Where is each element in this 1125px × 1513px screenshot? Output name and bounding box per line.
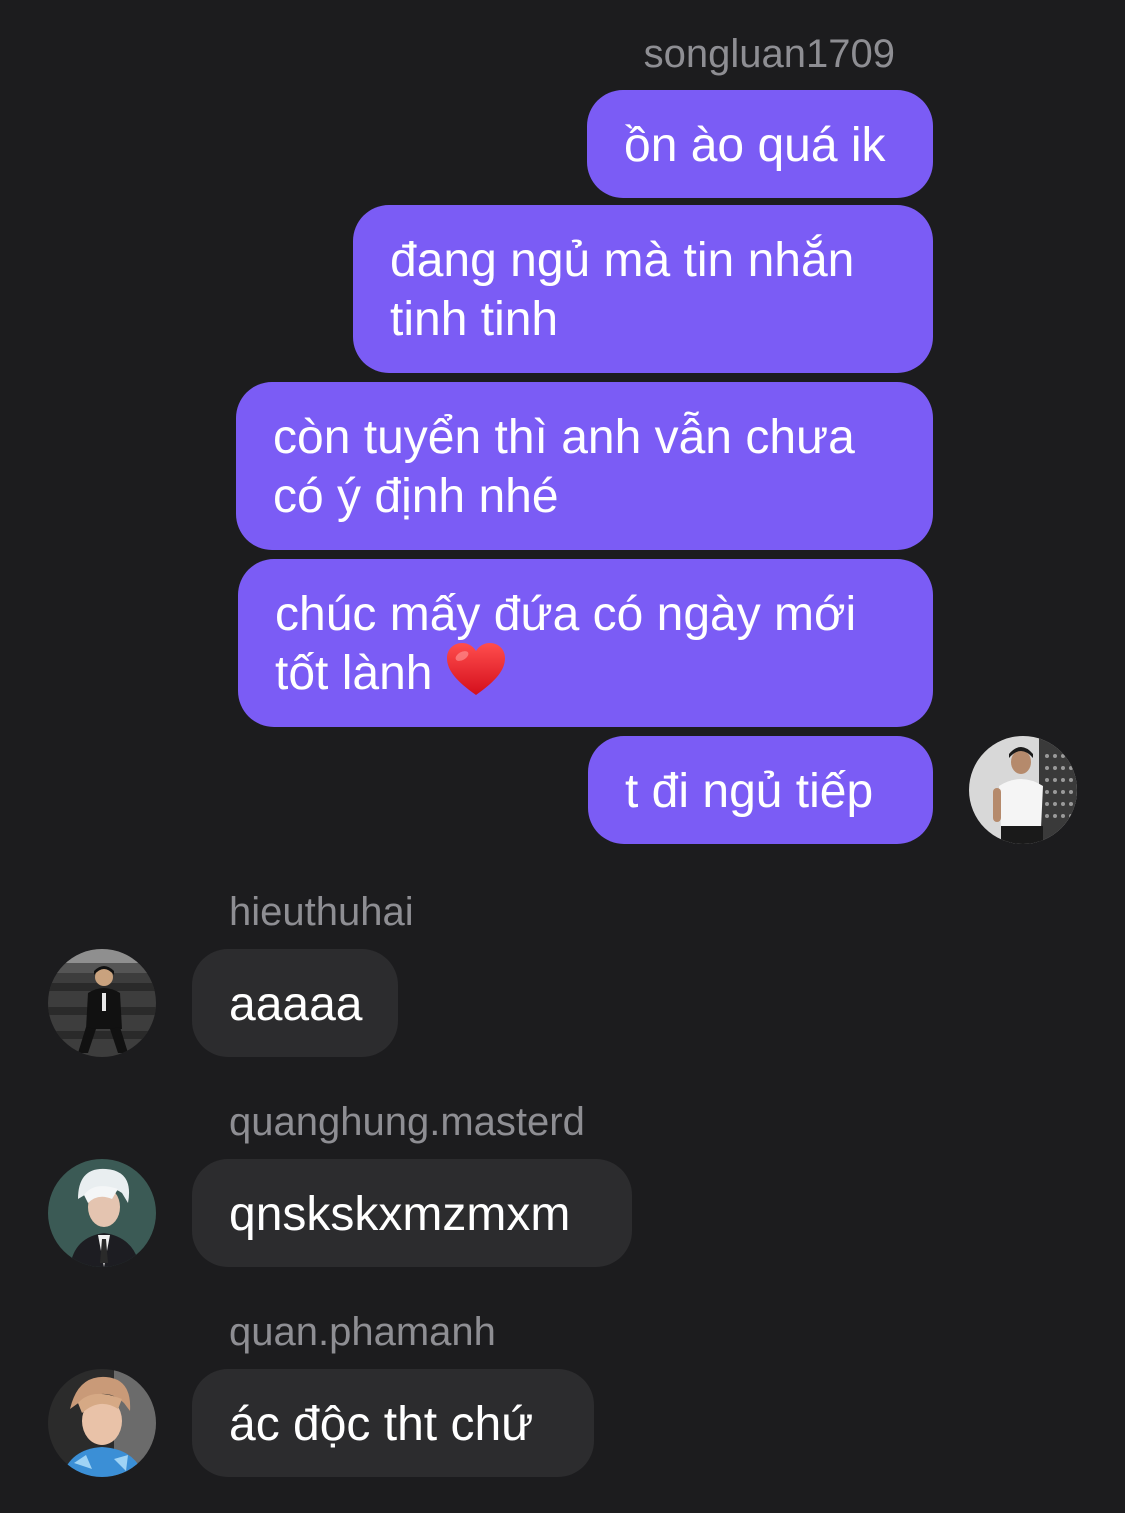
message-text: t đi ngủ tiếp xyxy=(625,765,874,818)
outgoing-message-bubble[interactable]: còn tuyển thì anh vẫn chưa có ý định nhé xyxy=(236,382,933,550)
message-text-line: tốt lành xyxy=(275,643,933,703)
message-text: có ý định nhé xyxy=(273,470,559,523)
message-text: ác độc tht chứ xyxy=(229,1398,534,1451)
outgoing-message-bubble[interactable]: chúc mấy đứa có ngày mới tốt lành xyxy=(238,559,933,727)
message-text: qnskskxmzmxm xyxy=(229,1188,571,1241)
incoming-sender-name[interactable]: hieuthuhai xyxy=(229,889,414,935)
heart-emoji-icon xyxy=(446,643,506,697)
avatar-quanghung-masterd[interactable] xyxy=(48,1159,156,1267)
avatar-songluan1709[interactable] xyxy=(969,736,1077,844)
message-text: đang ngủ mà tin nhắn xyxy=(390,234,855,287)
incoming-sender-name[interactable]: quan.phamanh xyxy=(229,1309,496,1355)
message-text: còn tuyển thì anh vẫn chưa xyxy=(273,411,855,464)
incoming-sender-name[interactable]: quanghung.masterd xyxy=(229,1099,585,1145)
incoming-message-bubble[interactable]: qnskskxmzmxm xyxy=(192,1159,632,1267)
message-text: aaaaa xyxy=(229,978,363,1031)
message-text: tốt lành xyxy=(275,647,433,700)
outgoing-message-bubble[interactable]: đang ngủ mà tin nhắn tinh tinh xyxy=(353,205,933,373)
message-text: chúc mấy đứa có ngày mới xyxy=(275,588,857,641)
message-text: tinh tinh xyxy=(390,293,559,346)
outgoing-sender-name[interactable]: songluan1709 xyxy=(644,31,895,77)
outgoing-message-bubble[interactable]: ồn ào quá ik xyxy=(587,90,933,198)
avatar-hieuthuhai[interactable] xyxy=(48,949,156,1057)
avatar-quan-phamanh[interactable] xyxy=(48,1369,156,1477)
incoming-message-bubble[interactable]: ác độc tht chứ xyxy=(192,1369,594,1477)
outgoing-message-bubble[interactable]: t đi ngủ tiếp xyxy=(588,736,933,844)
incoming-message-bubble[interactable]: aaaaa xyxy=(192,949,398,1057)
message-text: ồn ào quá ik xyxy=(624,119,886,172)
